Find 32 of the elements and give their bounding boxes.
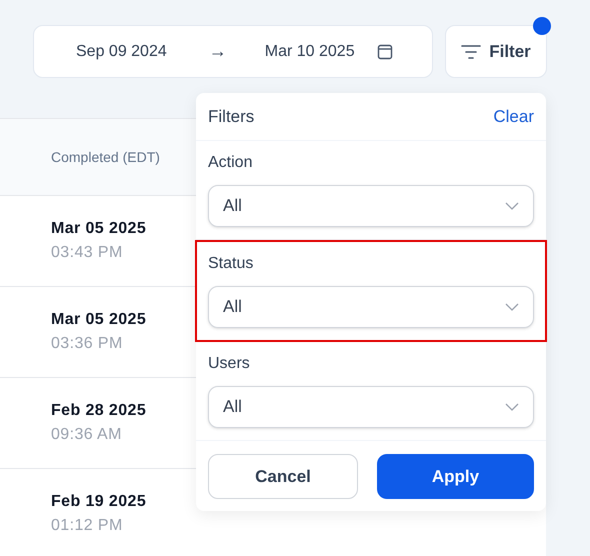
apply-button[interactable]: Apply: [377, 454, 534, 499]
select-field[interactable]: All: [208, 386, 534, 428]
select-value: All: [223, 296, 242, 318]
select-field[interactable]: All: [208, 185, 534, 227]
select-value: All: [223, 195, 242, 218]
filter-icon: [461, 44, 482, 60]
date-cell-text: Feb 19 2025: [51, 492, 146, 512]
section-label: Action: [208, 153, 252, 173]
time-cell-text: 03:43 PM: [51, 243, 123, 263]
arrow-text: →: [208, 40, 227, 63]
calendar-icon[interactable]: [376, 44, 393, 60]
date-cell-text: Mar 05 2025: [51, 310, 146, 330]
date-range-field[interactable]: Sep 09 2024 → Mar 10 2025: [33, 25, 433, 78]
time-cell-text: 01:12 PM: [51, 516, 123, 536]
section-label: Users: [208, 354, 250, 374]
start-date: Sep 09 2024: [76, 42, 167, 62]
chevron-down-icon: [505, 202, 519, 210]
time-cell-text: 03:36 PM: [51, 334, 123, 354]
filter-button[interactable]: Filter: [445, 25, 547, 78]
end-date: Mar 10 2025: [264, 42, 355, 62]
date-cell-text: Mar 05 2025: [51, 219, 146, 239]
time-cell-text: 09:36 AM: [51, 425, 122, 445]
date-cell-text: Feb 28 2025: [51, 401, 146, 421]
chevron-down-icon: [505, 403, 519, 411]
select-value: All: [223, 396, 242, 418]
popup-title: Filters: [208, 106, 254, 128]
chevron-down-icon: [505, 303, 519, 311]
select-field[interactable]: All: [208, 286, 534, 328]
column-header: Completed (EDT): [51, 148, 160, 167]
clear-link[interactable]: Clear: [493, 104, 534, 130]
section-label: Status: [208, 254, 254, 274]
cancel-button[interactable]: Cancel: [208, 454, 358, 499]
